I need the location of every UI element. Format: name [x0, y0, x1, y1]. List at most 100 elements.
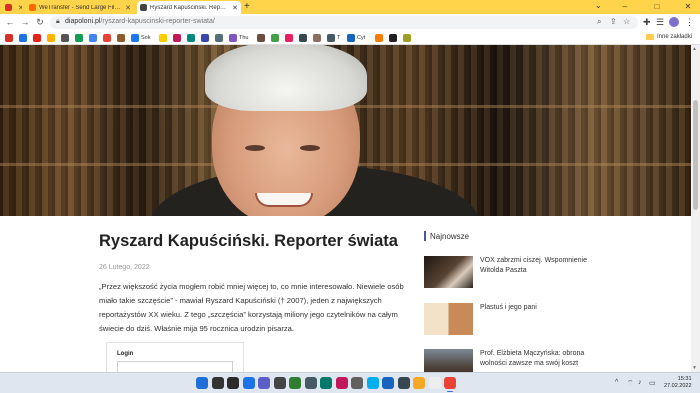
- chat-icon[interactable]: [258, 377, 270, 389]
- scroll-thumb[interactable]: [693, 100, 698, 210]
- bookmark-item[interactable]: Cyt: [347, 34, 365, 42]
- app-7-icon[interactable]: [289, 377, 301, 389]
- sidebar-post[interactable]: Prof. Elżbieta Mączyńska: obrona wolnośc…: [424, 349, 590, 372]
- profile-avatar[interactable]: [669, 17, 679, 27]
- bookmark-item[interactable]: Sok: [131, 34, 150, 42]
- other-bookmarks-label: Inne zakładki: [657, 34, 693, 40]
- bookmark-item[interactable]: [187, 34, 197, 42]
- window-close-button[interactable]: ✕: [677, 0, 699, 14]
- tab-active[interactable]: Ryszard Kapuściński. Reporter św... ✕: [137, 1, 241, 14]
- reload-button[interactable]: ↻: [34, 16, 46, 28]
- lock-icon[interactable]: 🔒︎: [56, 18, 60, 26]
- bookmark-item[interactable]: [19, 34, 29, 42]
- bookmark-item[interactable]: [75, 34, 85, 42]
- app-8-icon[interactable]: [304, 377, 317, 389]
- post-thumbnail[interactable]: [424, 349, 473, 372]
- post-title[interactable]: Plastuś i jego pani: [480, 303, 590, 335]
- bookmark-label: Cyt: [357, 35, 366, 41]
- login-input[interactable]: [117, 361, 233, 372]
- bookmark-item[interactable]: [389, 34, 399, 42]
- maximize-button[interactable]: □: [646, 0, 668, 14]
- reading-list-icon[interactable]: ☰: [656, 17, 664, 28]
- bookmark-item[interactable]: [257, 34, 267, 42]
- sidebar-post[interactable]: Plastuś i jego pani: [424, 303, 590, 335]
- back-button[interactable]: ←: [4, 16, 16, 28]
- close-icon[interactable]: ✕: [18, 4, 22, 12]
- battery-icon[interactable]: ▭: [649, 379, 656, 387]
- zoom-icon[interactable]: ⌕: [597, 17, 601, 27]
- url-text[interactable]: diapoloni.pl/ryszard-kapuscinski-reporte…: [65, 18, 215, 25]
- bookmark-favicon-icon: [173, 34, 181, 42]
- bookmark-favicon-icon: [19, 34, 27, 42]
- post-title[interactable]: VOX zabrzmi ciszej. Wspomnienie Witolda …: [480, 256, 590, 288]
- page-scrollbar[interactable]: ▲ ▼: [691, 45, 700, 372]
- widgets-icon[interactable]: [242, 377, 255, 389]
- app-16-icon[interactable]: [428, 377, 441, 389]
- bookmark-item[interactable]: [299, 34, 309, 42]
- search-icon[interactable]: [211, 377, 224, 389]
- start-icon[interactable]: [196, 377, 208, 389]
- post-thumbnail[interactable]: [424, 256, 473, 288]
- app-13-icon[interactable]: [382, 377, 394, 389]
- bookmark-favicon-icon: [375, 34, 383, 42]
- volume-icon[interactable]: ♪: [638, 379, 642, 386]
- close-icon[interactable]: ✕: [125, 4, 131, 12]
- hero-photo: [0, 45, 691, 216]
- tray-overflow-icon[interactable]: ^: [615, 379, 618, 386]
- wifi-icon[interactable]: ⌔: [627, 379, 634, 388]
- bookmark-item[interactable]: [403, 34, 413, 42]
- chrome-icon[interactable]: [444, 377, 456, 392]
- bookmark-item[interactable]: [201, 34, 211, 42]
- bookmark-item[interactable]: [215, 34, 225, 42]
- bookmark-star-icon[interactable]: ☆: [623, 17, 630, 26]
- tab-search-icon[interactable]: ⌄: [595, 1, 602, 10]
- tab-favicon: [140, 4, 147, 11]
- forward-button[interactable]: →: [19, 16, 31, 28]
- taskbar-clock[interactable]: 15:31 27.02.2022: [664, 376, 692, 390]
- bookmark-item[interactable]: T: [327, 34, 340, 42]
- app-9-icon[interactable]: [320, 377, 332, 389]
- bookmark-item[interactable]: [285, 34, 295, 42]
- bookmark-favicon-icon: [159, 34, 167, 42]
- skype-icon[interactable]: [366, 377, 379, 389]
- bookmark-item[interactable]: [89, 34, 99, 42]
- new-tab-button[interactable]: +: [244, 1, 250, 13]
- bookmark-item[interactable]: [271, 34, 281, 42]
- bookmark-item[interactable]: [159, 34, 169, 42]
- app-14-icon[interactable]: [397, 377, 410, 389]
- bookmark-label: Thu: [239, 35, 249, 41]
- close-icon[interactable]: ✕: [232, 4, 238, 12]
- bookmark-favicon-icon: [347, 34, 355, 42]
- minimize-button[interactable]: –: [614, 0, 636, 14]
- app-10-icon[interactable]: [335, 377, 348, 389]
- app-11-icon[interactable]: [351, 377, 363, 389]
- bookmark-item[interactable]: Thu: [229, 34, 248, 42]
- app-6-icon[interactable]: [273, 377, 286, 389]
- share-icon[interactable]: ⇪: [610, 17, 617, 26]
- bookmark-item[interactable]: [33, 34, 43, 42]
- article: Ryszard Kapuściński. Reporter świata 26 …: [99, 231, 409, 336]
- bookmark-item[interactable]: [313, 34, 323, 42]
- other-bookmarks[interactable]: Inne zakładki: [646, 34, 692, 40]
- menu-icon[interactable]: ⋮: [685, 17, 694, 28]
- tab-wetransfer[interactable]: WeTransfer - Send Large Files &... ✕: [26, 1, 134, 14]
- scroll-down-icon[interactable]: ▼: [692, 365, 697, 371]
- bookmark-item[interactable]: [117, 34, 127, 42]
- bookmark-item[interactable]: [103, 34, 113, 42]
- post-thumbnail[interactable]: [424, 303, 473, 335]
- taskbar: ^ ⌔ ♪ ▭ 15:31 27.02.2022: [0, 372, 700, 393]
- sidebar-post[interactable]: VOX zabrzmi ciszej. Wspomnienie Witolda …: [424, 256, 590, 288]
- bookmark-item[interactable]: [173, 34, 183, 42]
- bookmark-item[interactable]: [47, 34, 57, 42]
- file-explorer-icon[interactable]: [413, 377, 425, 389]
- tab-1[interactable]: ✕: [2, 1, 22, 14]
- scroll-up-icon[interactable]: ▲: [692, 46, 697, 52]
- task-view-icon[interactable]: [227, 377, 239, 389]
- address-bar[interactable]: 🔒︎ diapoloni.pl/ryszard-kapuscinski-repo…: [50, 16, 638, 29]
- extensions-icon[interactable]: ✚: [643, 17, 651, 28]
- bookmark-item[interactable]: [375, 34, 385, 42]
- post-title[interactable]: Prof. Elżbieta Mączyńska: obrona wolnośc…: [480, 349, 590, 372]
- login-label: Login: [117, 351, 134, 357]
- bookmark-item[interactable]: [5, 34, 15, 42]
- bookmark-item[interactable]: [61, 34, 71, 42]
